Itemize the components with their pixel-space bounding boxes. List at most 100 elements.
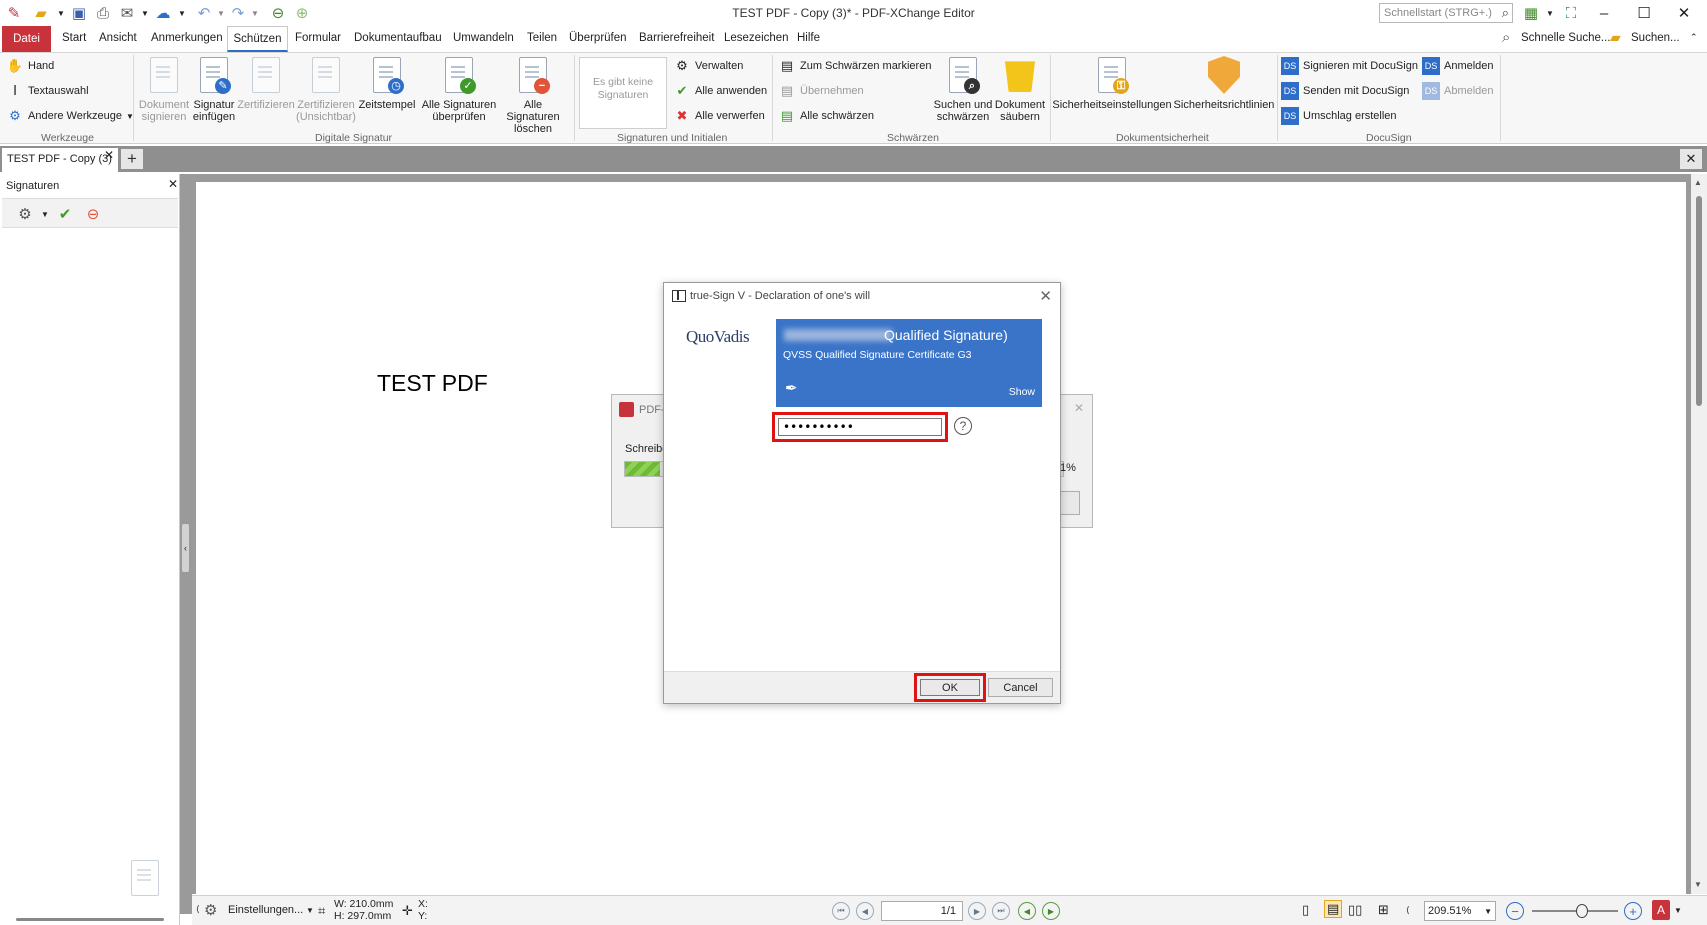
- collapse-icon[interactable]: ⟨: [196, 904, 200, 915]
- forward-icon[interactable]: ⊕: [292, 3, 312, 23]
- first-page-icon[interactable]: ⏮: [832, 902, 850, 920]
- chevron-down-icon[interactable]: ▼: [306, 906, 314, 915]
- document-tab[interactable]: TEST PDF - Copy (3) ✕: [2, 148, 118, 172]
- sanitize-document-button[interactable]: Dokument säubern: [994, 55, 1046, 123]
- back-view-icon[interactable]: ◀: [1018, 902, 1036, 920]
- chevron-down-icon[interactable]: ▼: [1674, 906, 1682, 915]
- open-folder-icon[interactable]: ▰: [31, 3, 51, 23]
- menu-start[interactable]: Start: [62, 32, 86, 44]
- settings-dropdown[interactable]: Einstellungen...: [228, 904, 303, 916]
- scroll-down-icon[interactable]: ▼: [1694, 880, 1702, 889]
- forward-view-icon[interactable]: ▶: [1042, 902, 1060, 920]
- verify-signature-icon[interactable]: ✔: [54, 203, 76, 225]
- facing-pages-icon[interactable]: ▯▯: [1348, 902, 1362, 918]
- sign-with-docusign-button[interactable]: DS Signieren mit DocuSign: [1281, 56, 1418, 76]
- certificate-card[interactable]: Qualified Signature) QVSS Qualified Sign…: [776, 319, 1042, 407]
- hand-tool-button[interactable]: ✋ Hand: [6, 56, 54, 76]
- discard-all-button[interactable]: ✖ Alle verwerfen: [673, 106, 765, 126]
- cloud-icon[interactable]: ☁: [153, 3, 173, 23]
- new-tab-button[interactable]: +: [121, 149, 143, 169]
- close-icon[interactable]: ✕: [1039, 287, 1052, 305]
- create-envelope-button[interactable]: DS Umschlag erstellen: [1281, 106, 1397, 126]
- fullscreen-icon[interactable]: ⛶: [1561, 3, 1581, 23]
- chevron-down-icon[interactable]: ▼: [1540, 3, 1560, 23]
- sign-document-button[interactable]: Dokument signieren: [138, 55, 190, 123]
- settings-gear-icon[interactable]: ⚙: [14, 203, 36, 225]
- menu-hilfe[interactable]: Hilfe: [797, 32, 820, 44]
- security-policies-button[interactable]: Sicherheitsrichtlinien: [1172, 55, 1276, 111]
- pin-input[interactable]: [778, 418, 942, 436]
- menu-anmerkungen[interactable]: Anmerkungen: [151, 32, 223, 44]
- close-document-button[interactable]: ✕: [1680, 149, 1702, 169]
- zoom-slider[interactable]: [1532, 910, 1618, 912]
- scroll-up-icon[interactable]: ▲: [1694, 178, 1702, 187]
- chevron-down-icon[interactable]: ▼: [135, 3, 155, 23]
- send-with-docusign-button[interactable]: DS Senden mit DocuSign: [1281, 81, 1409, 101]
- email-icon[interactable]: ✉: [117, 3, 137, 23]
- vertical-scrollbar[interactable]: ▲ ▼: [1691, 174, 1707, 894]
- search-button[interactable]: Suchen...: [1631, 32, 1680, 44]
- continuous-page-icon[interactable]: ▤: [1324, 900, 1343, 918]
- timestamp-button[interactable]: ◷ Zeitstempel: [357, 55, 417, 111]
- scroll-thumb[interactable]: [1696, 196, 1702, 406]
- adobe-pdf-icon[interactable]: A: [1652, 900, 1670, 920]
- close-icon[interactable]: ✕: [104, 148, 114, 162]
- show-certificate-link[interactable]: Show: [1009, 386, 1035, 398]
- menu-formular[interactable]: Formular: [295, 32, 341, 44]
- chevron-down-icon[interactable]: ▼: [1484, 907, 1492, 916]
- maximize-button[interactable]: ☐: [1624, 0, 1664, 26]
- previous-page-icon[interactable]: ◀: [856, 902, 874, 920]
- zoom-level-input[interactable]: 209.51% ▼: [1424, 901, 1496, 921]
- close-icon[interactable]: ✕: [168, 177, 178, 191]
- back-icon[interactable]: ⊖: [268, 3, 288, 23]
- collapse-icon[interactable]: ⟨: [1406, 905, 1410, 916]
- menu-ansicht[interactable]: Ansicht: [99, 32, 137, 44]
- apply-redaction-button[interactable]: ▤ Übernehmen: [778, 81, 864, 101]
- quick-search-button[interactable]: Schnelle Suche...: [1521, 32, 1611, 44]
- certify-invisible-button[interactable]: Zertifizieren (Unsichtbar): [294, 55, 358, 123]
- last-page-icon[interactable]: ⏭: [992, 902, 1010, 920]
- panel-splitter[interactable]: ‹: [180, 174, 192, 914]
- zoom-slider-thumb[interactable]: [1576, 904, 1588, 918]
- menu-ueberpruefen[interactable]: Überprüfen: [569, 32, 627, 44]
- zoom-out-icon[interactable]: −: [1506, 902, 1524, 920]
- help-icon[interactable]: ?: [954, 417, 972, 435]
- menu-lesezeichen[interactable]: Lesezeichen: [724, 32, 789, 44]
- delete-all-signatures-button[interactable]: − Alle Signaturen löschen: [497, 55, 569, 135]
- insert-signature-button[interactable]: ✎ Signatur einfügen: [190, 55, 238, 123]
- signatures-gallery[interactable]: Es gibt keine Signaturen: [579, 57, 667, 129]
- save-icon[interactable]: ▣: [69, 3, 89, 23]
- chevron-down-icon[interactable]: ▼: [51, 3, 71, 23]
- page-number-input[interactable]: 1/1: [881, 901, 963, 921]
- chevron-down-icon[interactable]: ▼: [172, 3, 192, 23]
- other-tools-button[interactable]: ⚙ Andere Werkzeuge ▼: [6, 106, 134, 126]
- chevron-down-icon[interactable]: ▼: [245, 3, 265, 23]
- print-icon[interactable]: ⎙: [93, 3, 113, 23]
- security-settings-button[interactable]: ⚿ Sicherheitseinstellungen: [1052, 55, 1172, 111]
- apply-all-button[interactable]: ✔ Alle anwenden: [673, 81, 768, 101]
- verify-all-signatures-button[interactable]: ✓ Alle Signaturen überprüfen: [421, 55, 497, 123]
- chevron-down-icon[interactable]: ▼: [34, 203, 56, 225]
- menu-umwandeln[interactable]: Umwandeln: [453, 32, 514, 44]
- ok-button[interactable]: OK: [920, 679, 980, 696]
- mark-for-redaction-button[interactable]: ▤ Zum Schwärzen markieren: [778, 56, 932, 76]
- continuous-facing-icon[interactable]: ⊞: [1378, 902, 1389, 918]
- next-page-icon[interactable]: ▶: [968, 902, 986, 920]
- menu-barrierefreiheit[interactable]: Barrierefreiheit: [639, 32, 714, 44]
- close-icon[interactable]: ✕: [1074, 401, 1084, 415]
- menu-file[interactable]: Datei: [2, 26, 51, 52]
- splitter-handle[interactable]: ‹: [182, 524, 189, 572]
- settings-gear-icon[interactable]: ⚙: [204, 901, 217, 919]
- single-page-icon[interactable]: ▯: [1302, 902, 1309, 918]
- search-and-redact-button[interactable]: ⌕ Suchen und schwärzen: [933, 55, 993, 123]
- certify-button[interactable]: Zertifizieren: [237, 55, 295, 111]
- collapse-ribbon-icon[interactable]: ⌃: [1690, 32, 1698, 43]
- menu-teilen[interactable]: Teilen: [527, 32, 557, 44]
- minimize-button[interactable]: –: [1584, 0, 1624, 26]
- menu-schuetzen[interactable]: Schützen: [227, 26, 288, 52]
- docusign-logout-button[interactable]: DS Abmelden: [1422, 81, 1494, 101]
- quickstart-search-input[interactable]: Schnellstart (STRG+.) ⌕: [1379, 3, 1513, 23]
- close-window-button[interactable]: ✕: [1664, 0, 1704, 26]
- app-options-icon[interactable]: ▦: [1521, 3, 1541, 23]
- zoom-in-icon[interactable]: +: [1624, 902, 1642, 920]
